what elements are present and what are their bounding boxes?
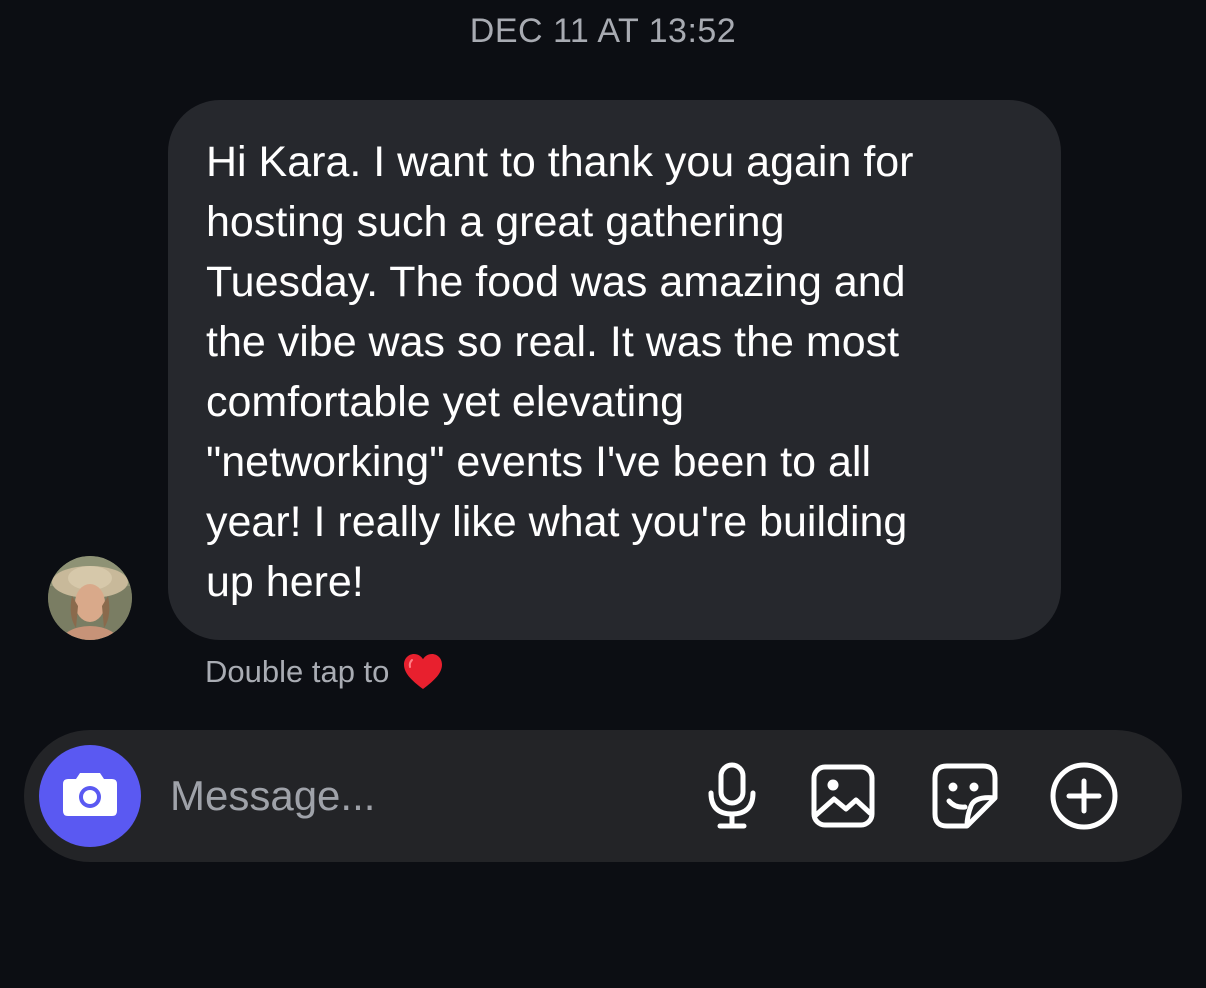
camera-button[interactable] (39, 745, 141, 847)
message-composer (24, 730, 1182, 862)
camera-icon (61, 770, 119, 823)
plus-circle-icon[interactable] (1048, 760, 1120, 832)
sticker-icon[interactable] (929, 760, 1001, 832)
heart-icon (403, 653, 443, 691)
message-bubble[interactable]: Hi Kara. I want to thank you again for h… (168, 100, 1061, 640)
microphone-icon[interactable] (696, 760, 768, 832)
gallery-icon[interactable] (807, 760, 879, 832)
double-tap-hint: Double tap to (205, 650, 443, 694)
message-text: Hi Kara. I want to thank you again for h… (206, 138, 914, 606)
message-timestamp: DEC 11 AT 13:52 (469, 12, 737, 50)
double-tap-label: Double tap to (205, 654, 390, 689)
chat-screen: DEC 11 AT 13:52 Hi Kara. I want to thank… (0, 0, 1206, 988)
avatar-image (48, 556, 132, 640)
avatar[interactable] (48, 556, 132, 640)
message-input[interactable] (170, 764, 670, 828)
